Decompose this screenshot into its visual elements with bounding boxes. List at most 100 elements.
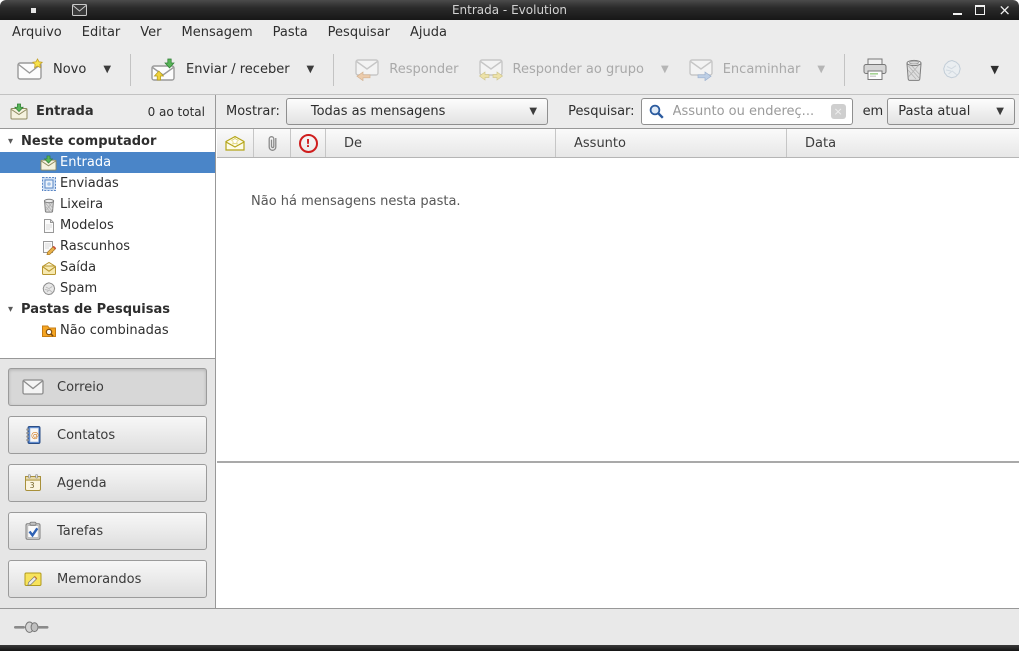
toolbar: Novo ▼ Enviar / receber ▼ Responder Resp…: [0, 45, 1019, 95]
chevron-expanded-icon[interactable]: ▾: [8, 136, 13, 147]
menu-editar[interactable]: Editar: [72, 20, 131, 45]
reply-button[interactable]: Responder: [344, 54, 467, 86]
column-assunto[interactable]: Assunto: [556, 129, 787, 157]
online-status-icon[interactable]: [13, 619, 53, 635]
menu-bar: Arquivo Editar Ver Mensagem Pasta Pesqui…: [0, 20, 1019, 45]
sidebar-item-lixeira[interactable]: Lixeira: [0, 194, 215, 215]
delete-icon: [902, 58, 926, 82]
sidebar-item-saida[interactable]: Saída: [0, 257, 215, 278]
new-button-label: Novo: [53, 62, 86, 77]
important-icon: !: [299, 134, 318, 153]
column-important[interactable]: !: [291, 129, 326, 157]
junk-button[interactable]: [933, 53, 971, 87]
tree-item-label: Lixeira: [60, 197, 103, 212]
menu-pasta[interactable]: Pasta: [263, 20, 318, 45]
forward-button[interactable]: Encaminhar ▼: [678, 54, 834, 86]
menu-ver[interactable]: Ver: [130, 20, 171, 45]
chevron-expanded-icon[interactable]: ▾: [8, 304, 13, 315]
reply-group-button[interactable]: Responder ao grupo ▼: [468, 54, 678, 86]
toolbar-overflow-button[interactable]: ▼: [979, 63, 1011, 76]
message-count: 0 ao total: [148, 105, 205, 119]
switcher-contatos-button[interactable]: @ Contatos: [8, 416, 207, 454]
sidebar-item-rascunhos[interactable]: Rascunhos: [0, 236, 215, 257]
sidebar-item-entrada[interactable]: Entrada: [0, 152, 215, 173]
column-data[interactable]: Data: [787, 129, 1019, 157]
show-filter-dropdown[interactable]: Todas as mensagens ▼: [286, 98, 548, 125]
sidebar-item-modelos[interactable]: Modelos: [0, 215, 215, 236]
column-de[interactable]: De: [326, 129, 556, 157]
sidebar-item-enviadas[interactable]: Enviadas: [0, 173, 215, 194]
svg-text:3: 3: [30, 481, 35, 490]
reply-group-label: Responder ao grupo: [513, 62, 645, 77]
chevron-down-icon[interactable]: ▼: [817, 64, 825, 75]
window-title: Entrada - Evolution: [0, 0, 1019, 20]
switcher-label: Contatos: [57, 428, 115, 443]
message-area: ! De Assunto Data Não há mensagens nesta…: [217, 129, 1019, 608]
menu-arquivo[interactable]: Arquivo: [2, 20, 72, 45]
send-receive-button[interactable]: Enviar / receber ▼: [141, 53, 323, 86]
column-attachment[interactable]: [254, 129, 291, 157]
new-button[interactable]: Novo ▼: [8, 53, 120, 86]
menu-mensagem[interactable]: Mensagem: [172, 20, 263, 45]
menu-pesquisar[interactable]: Pesquisar: [318, 20, 400, 45]
clear-search-icon[interactable]: ×: [831, 104, 846, 119]
folder-tree: ▾ Neste computador Entrada Enviadas Lixe…: [0, 129, 216, 358]
show-filter-value: Todas as mensagens: [311, 104, 446, 119]
sidebar-item-nao-combinadas[interactable]: Não combinadas: [0, 320, 215, 341]
column-header-label: De: [344, 136, 362, 151]
forward-label: Encaminhar: [723, 62, 801, 77]
reply-label: Responder: [389, 62, 458, 77]
column-status[interactable]: [217, 129, 254, 157]
search-scope-value: Pasta atual: [898, 104, 970, 119]
maximize-button[interactable]: [975, 5, 985, 15]
app-window: Entrada - Evolution × Arquivo Editar Ver…: [0, 0, 1019, 651]
switcher-agenda-button[interactable]: 3 Agenda: [8, 464, 207, 502]
memos-icon: [22, 568, 44, 590]
chevron-down-icon[interactable]: ▼: [661, 64, 669, 75]
tree-group-label: Neste computador: [21, 134, 156, 149]
switcher-label: Tarefas: [57, 524, 103, 539]
chevron-down-icon[interactable]: ▼: [103, 64, 111, 75]
filter-bar: Entrada 0 ao total Mostrar: Todas as men…: [0, 95, 1019, 129]
mail-icon: [22, 376, 44, 398]
tree-group-search-folders[interactable]: ▾ Pastas de Pesquisas: [0, 299, 215, 320]
send-receive-icon: [150, 58, 178, 81]
preview-pane[interactable]: [217, 461, 1019, 608]
tree-group-label: Pastas de Pesquisas: [21, 302, 170, 317]
search-folder-icon: [40, 322, 57, 339]
outbox-icon: [40, 259, 57, 276]
view-switcher: Correio @ Contatos 3 Agenda Tarefas Memo…: [0, 358, 216, 608]
search-scope-dropdown[interactable]: Pasta atual ▼: [887, 98, 1015, 125]
switcher-memorandos-button[interactable]: Memorandos: [8, 560, 207, 598]
print-button[interactable]: [855, 53, 895, 86]
search-icon: [648, 103, 665, 120]
toolbar-separator: [130, 54, 131, 86]
search-box[interactable]: ×: [641, 98, 853, 125]
chevron-down-icon[interactable]: ▼: [307, 64, 315, 75]
junk-icon: [940, 58, 964, 82]
forward-icon: [687, 59, 715, 81]
minimize-button[interactable]: [953, 13, 962, 15]
scope-label: em: [863, 104, 884, 119]
toolbar-separator: [333, 54, 334, 86]
sent-icon: [40, 175, 57, 192]
message-list-body[interactable]: Não há mensagens nesta pasta.: [217, 158, 1019, 461]
delete-button[interactable]: [895, 53, 933, 87]
inbox-icon: [10, 103, 28, 120]
reply-icon: [353, 59, 381, 81]
message-status-icon: [225, 135, 245, 151]
close-button[interactable]: ×: [998, 1, 1011, 19]
folder-header: Entrada 0 ao total: [0, 95, 216, 128]
search-input[interactable]: [671, 103, 825, 120]
title-bar[interactable]: Entrada - Evolution ×: [0, 0, 1019, 20]
tree-item-label: Saída: [60, 260, 96, 275]
menu-ajuda[interactable]: Ajuda: [400, 20, 457, 45]
tree-item-label: Enviadas: [60, 176, 119, 191]
current-folder-name: Entrada: [36, 104, 94, 119]
tree-group-this-computer[interactable]: ▾ Neste computador: [0, 131, 215, 152]
sidebar-item-spam[interactable]: Spam: [0, 278, 215, 299]
switcher-tarefas-button[interactable]: Tarefas: [8, 512, 207, 550]
message-list-header: ! De Assunto Data: [217, 129, 1019, 158]
switcher-label: Memorandos: [57, 572, 141, 587]
switcher-correio-button[interactable]: Correio: [8, 368, 207, 406]
